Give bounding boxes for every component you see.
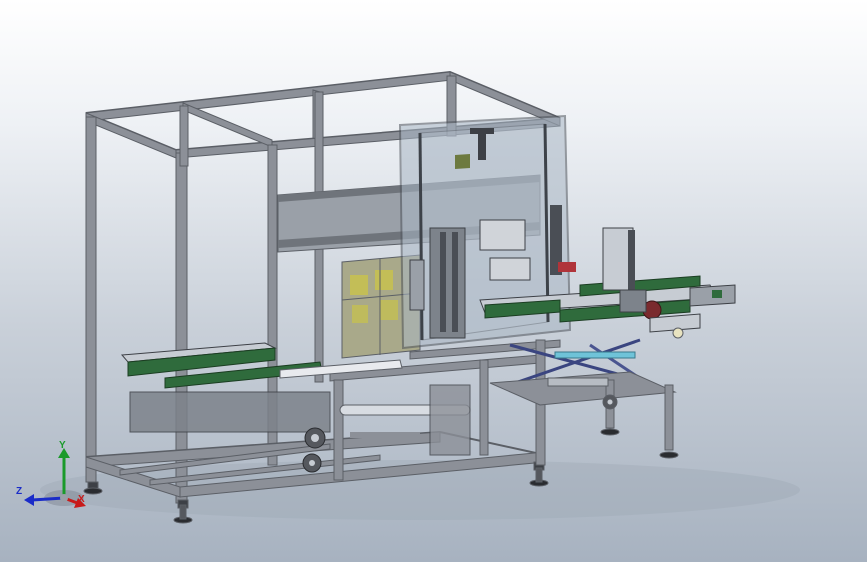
- machine-model[interactable]: [0, 0, 867, 562]
- cad-viewport[interactable]: Y Z X: [0, 0, 867, 562]
- z-axis-label: Z: [16, 486, 23, 497]
- coordinate-triad: Y Z X: [14, 438, 94, 518]
- right-base: [489, 371, 679, 459]
- triad-icon: [24, 448, 86, 508]
- x-axis-label: X: [78, 494, 85, 505]
- y-axis-label: Y: [59, 440, 66, 451]
